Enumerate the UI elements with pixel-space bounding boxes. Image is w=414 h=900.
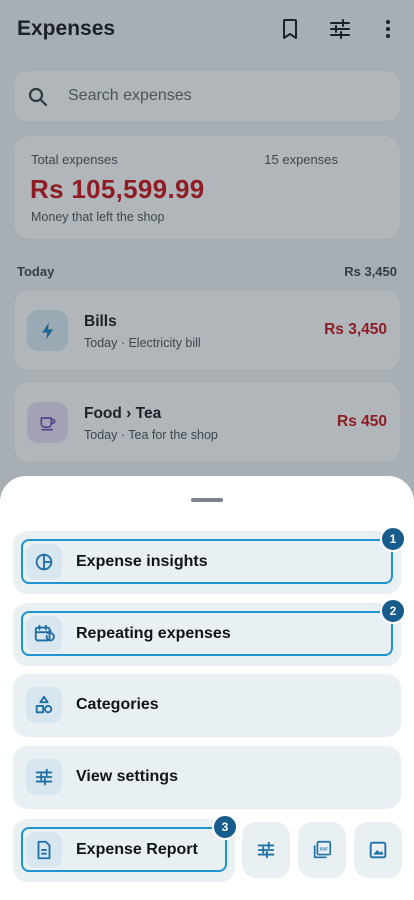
export-pdf-button[interactable]: PDF <box>298 822 346 878</box>
drag-handle[interactable] <box>191 498 223 502</box>
expense-report-label: Expense Report <box>76 841 198 858</box>
menu-item-label: Expense insights <box>76 553 208 570</box>
step-badge: 1 <box>380 526 406 552</box>
menu-item-view-settings[interactable]: View settings <box>13 746 401 809</box>
document-icon <box>26 832 62 868</box>
step-badge: 3 <box>212 814 238 840</box>
image-icon <box>369 841 387 859</box>
export-image-button[interactable] <box>354 822 402 878</box>
menu-item-repeating-expenses[interactable]: Repeating expenses <box>13 603 401 666</box>
bottom-sheet: Expense insights 1 Repeating expenses 2 … <box>0 476 414 900</box>
expense-report-button[interactable]: Expense Report <box>13 819 235 882</box>
menu-item-label: Repeating expenses <box>76 625 231 642</box>
report-settings-button[interactable] <box>242 822 290 878</box>
menu-item-label: Categories <box>76 696 159 713</box>
menu-item-label: View settings <box>76 768 178 785</box>
step-badge: 2 <box>380 598 406 624</box>
svg-text:PDF: PDF <box>320 846 329 851</box>
calendar-repeat-icon <box>26 616 62 652</box>
pie-chart-icon <box>26 544 62 580</box>
pdf-icon: PDF <box>313 840 332 859</box>
tune-icon <box>26 759 62 795</box>
menu-item-expense-insights[interactable]: Expense insights <box>13 531 401 594</box>
tune-icon <box>257 841 275 859</box>
menu-item-categories[interactable]: Categories <box>13 674 401 737</box>
shapes-icon <box>26 687 62 723</box>
